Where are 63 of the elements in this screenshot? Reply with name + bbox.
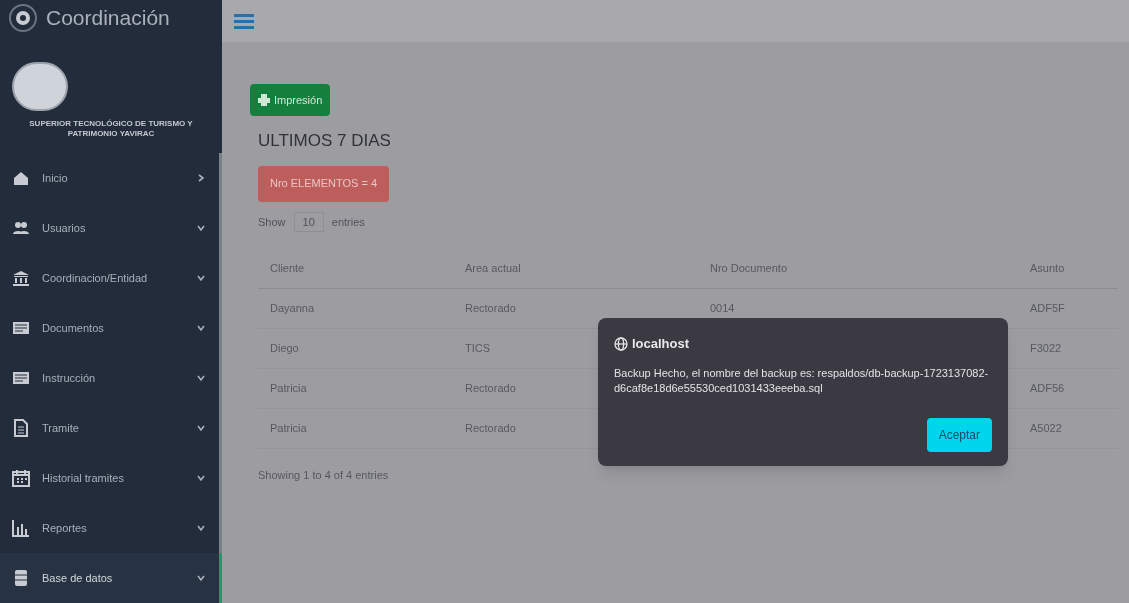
table-cell: ADF5F [1030, 301, 1065, 314]
table-cell: F3022 [1030, 341, 1062, 354]
chevron-down-icon [197, 274, 205, 282]
chevron-down-icon [197, 524, 205, 532]
database-icon [12, 569, 30, 587]
globe-icon [614, 336, 628, 351]
menu-label: Reportes [42, 520, 88, 536]
table-cell: ADF56 [1030, 381, 1065, 394]
bank-icon [12, 269, 30, 287]
menu-icon[interactable] [234, 13, 254, 29]
chevron-down-icon [197, 424, 205, 432]
table-cell: Diego [270, 341, 299, 354]
table-cell: TICS [465, 341, 491, 354]
print-button[interactable]: Impresión [250, 84, 331, 116]
chevron-down-icon [197, 374, 205, 382]
menu-label: Historial tramites [42, 470, 125, 486]
table-cell: Rectorado [465, 381, 516, 394]
menu-label: Base de datos [42, 570, 114, 586]
entries-label: entries [331, 214, 365, 230]
menu-label: Tramite [42, 420, 80, 436]
chevron-down-icon [197, 324, 205, 332]
menu-label: Coordinacion/Entidad [42, 270, 149, 286]
table-cell: Patricia [270, 381, 307, 394]
home-icon [12, 169, 30, 187]
sidebar-item[interactable]: Historial tramites [0, 453, 222, 503]
users-icon [12, 219, 30, 237]
sidebar-item[interactable]: Usuarios [0, 203, 222, 253]
sidebar-item[interactable]: Coordinacion/Entidad [0, 253, 222, 303]
printer-icon [258, 94, 270, 106]
dialog-origin: localhost [632, 335, 690, 353]
chevron-down-icon [197, 574, 205, 582]
calendar-icon [12, 469, 30, 487]
accept-button[interactable]: Aceptar [926, 418, 992, 452]
sidebar-item[interactable]: Tramite [0, 403, 222, 453]
app-title: Coordinación [46, 5, 170, 32]
menu-label: Inicio [42, 170, 69, 186]
table-cell: Rectorado [465, 301, 516, 314]
chevron-down-icon [197, 474, 205, 482]
card-icon [12, 319, 30, 337]
dialog-message: Backup Hecho, el nombre del backup es: respaldos/db-backup-1723137082-d6caf8e18d6e55530ced1031433eeeba.sql [614, 365, 990, 396]
show-label: Show [258, 214, 286, 230]
chevron-down-icon [197, 224, 205, 232]
chevron-right-icon [197, 174, 205, 182]
table-info: Showing 1 to 4 of 4 entries [258, 467, 390, 483]
table-cell: Dayanna [270, 301, 315, 314]
logo [12, 62, 68, 111]
table-cell: 0014 [710, 301, 735, 314]
gear-icon [8, 3, 38, 34]
menu-label: Instrucción [42, 370, 97, 386]
sidebar-item[interactable]: Documentos [0, 303, 222, 353]
card-icon [12, 369, 30, 387]
section-heading: ULTIMOS 7 DIAS [258, 130, 392, 152]
table-cell: Rectorado [465, 421, 516, 434]
document-icon [12, 419, 30, 437]
table-cell: Patricia [270, 421, 307, 434]
menu-label: Usuarios [42, 220, 87, 236]
table-cell: A5022 [1030, 421, 1062, 434]
institution-name: SUPERIOR TECNOLÓGICO DE TURISMO Y PATRIMONIO YAVIRAC [28, 119, 194, 139]
sidebar-item[interactable]: Inicio [0, 153, 222, 203]
sidebar-item[interactable]: Base de datos [0, 553, 222, 603]
chart-icon [12, 519, 30, 537]
sidebar-item[interactable]: Instrucción [0, 353, 222, 403]
menu-label: Documentos [42, 320, 105, 336]
